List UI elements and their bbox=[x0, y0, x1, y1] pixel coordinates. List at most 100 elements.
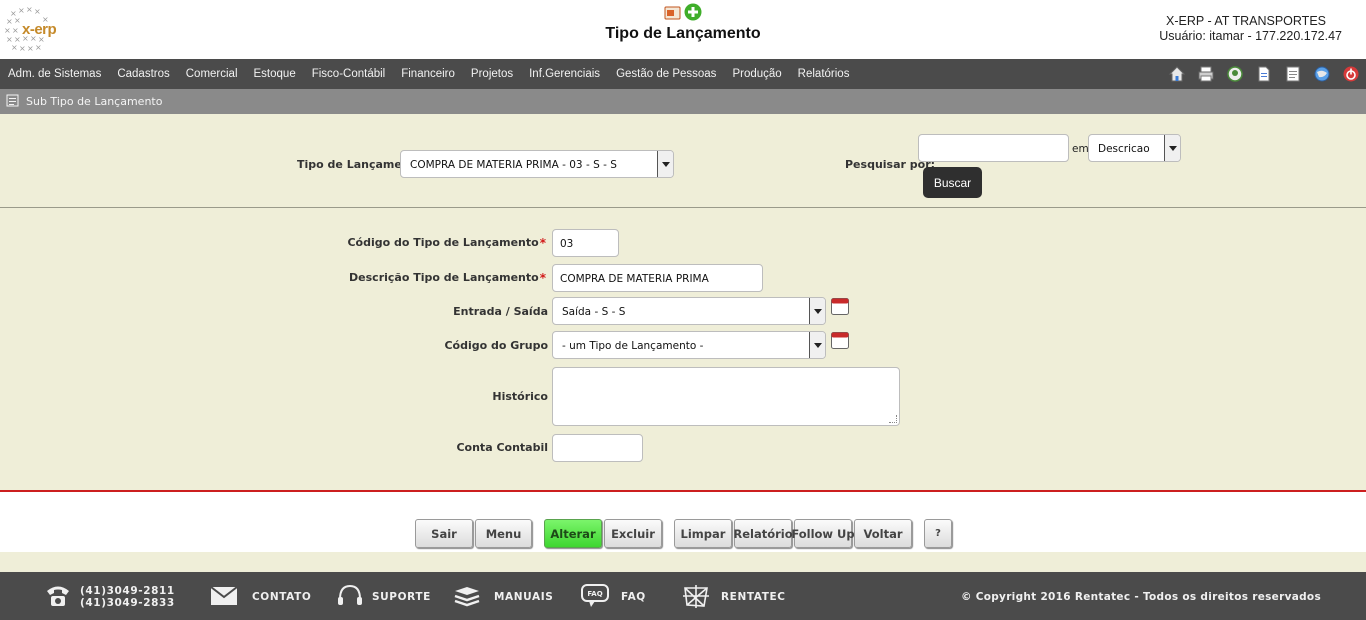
relatorio-button[interactable]: Relatório bbox=[733, 519, 793, 548]
alterar-button[interactable]: Alterar bbox=[544, 519, 602, 548]
historico-textarea[interactable] bbox=[552, 367, 900, 426]
conta-contabil-input[interactable] bbox=[552, 434, 643, 462]
menu-item-relatorios[interactable]: Relatórios bbox=[790, 68, 858, 80]
mail-icon[interactable] bbox=[210, 585, 238, 607]
svg-text:×: × bbox=[6, 17, 13, 26]
svg-text:×: × bbox=[14, 16, 21, 25]
sair-button[interactable]: Sair bbox=[415, 519, 473, 548]
svg-text:×: × bbox=[4, 26, 11, 35]
conta-contabil-label: Conta Contabil bbox=[456, 441, 548, 454]
faq-icon-text: FAQ bbox=[587, 590, 602, 598]
faq-link[interactable]: FAQ bbox=[621, 591, 646, 603]
limpar-button[interactable]: Limpar bbox=[674, 519, 732, 548]
tipo-lancamento-selected: COMPRA DE MATERIA PRIMA - 03 - S - S bbox=[410, 159, 617, 171]
svg-text:×: × bbox=[35, 43, 42, 52]
globe-icon[interactable] bbox=[1311, 64, 1333, 84]
codigo-grupo-select[interactable]: - um Tipo de Lançamento - bbox=[552, 331, 826, 359]
menu-items: Adm. de Sistemas Cadastros Comercial Est… bbox=[0, 59, 857, 89]
phone-number-2: (41)3049-2833 bbox=[80, 597, 175, 609]
page-title: Tipo de Lançamento bbox=[605, 25, 761, 42]
user-info: Usuário: itamar - 177.220.172.47 bbox=[1159, 29, 1342, 43]
voltar-button[interactable]: Voltar bbox=[854, 519, 912, 548]
menu-item-comercial[interactable]: Comercial bbox=[178, 68, 246, 80]
list-icon bbox=[6, 94, 19, 107]
footer: (41)3049-2811 (41)3049-2833 CONTATO SUPO… bbox=[0, 572, 1366, 620]
svg-text:×: × bbox=[27, 44, 34, 53]
entrada-saida-label: Entrada / Saída bbox=[453, 305, 548, 318]
document-icon[interactable] bbox=[1253, 64, 1275, 84]
menu-item-projetos[interactable]: Projetos bbox=[463, 68, 521, 80]
menu-item-producao[interactable]: Produção bbox=[724, 68, 789, 80]
add-icon[interactable] bbox=[684, 3, 702, 21]
books-icon[interactable] bbox=[453, 583, 481, 609]
search-field-select[interactable]: Descricao bbox=[1088, 134, 1181, 162]
header: × × × × × × × × × × × × × × × × × × x-erp Tipo de Lan… bbox=[0, 0, 1366, 59]
faq-bubble-icon[interactable]: FAQ bbox=[581, 583, 609, 609]
rentatec-logo-icon[interactable] bbox=[682, 583, 710, 609]
toolbar-icons bbox=[1159, 64, 1362, 84]
menu-item-cadastros[interactable]: Cadastros bbox=[109, 68, 177, 80]
buscar-button[interactable]: Buscar bbox=[923, 167, 982, 198]
codigo-grupo-label: Código do Grupo bbox=[444, 339, 548, 352]
sub-header-label: Sub Tipo de Lançamento bbox=[26, 95, 163, 108]
logo-text: x-erp bbox=[22, 21, 57, 38]
calendar-icon[interactable] bbox=[831, 298, 849, 315]
chevron-down-icon[interactable] bbox=[1164, 135, 1180, 161]
action-buttons: Sair Menu Alterar Excluir Limpar Relatór… bbox=[0, 492, 1366, 552]
historico-label: Histórico bbox=[492, 390, 548, 403]
power-icon[interactable] bbox=[1340, 64, 1362, 84]
menu-item-fisco-contabil[interactable]: Fisco-Contábil bbox=[304, 68, 394, 80]
tipo-lancamento-select[interactable]: COMPRA DE MATERIA PRIMA - 03 - S - S bbox=[400, 150, 674, 178]
descricao-label: Descrição Tipo de Lançamento* bbox=[349, 271, 546, 285]
contato-link[interactable]: CONTATO bbox=[252, 591, 311, 603]
chevron-down-icon[interactable] bbox=[809, 332, 825, 358]
follow-up-button[interactable]: Follow Up bbox=[791, 519, 855, 548]
menu-item-estoque[interactable]: Estoque bbox=[246, 68, 304, 80]
descricao-input[interactable]: COMPRA DE MATERIA PRIMA bbox=[552, 264, 763, 292]
resize-grip-icon[interactable] bbox=[889, 415, 897, 423]
badge-icon[interactable] bbox=[1224, 64, 1246, 84]
sub-header-bar: Sub Tipo de Lançamento bbox=[0, 89, 1366, 114]
excluir-button[interactable]: Excluir bbox=[604, 519, 662, 548]
bottom-strip bbox=[0, 552, 1366, 572]
codigo-label: Código do Tipo de Lançamento* bbox=[347, 236, 546, 250]
codigo-label-text: Código do Tipo de Lançamento bbox=[347, 236, 539, 249]
presentation-icon[interactable] bbox=[664, 6, 681, 20]
search-input[interactable] bbox=[918, 134, 1069, 162]
manuais-link[interactable]: MANUAIS bbox=[494, 591, 553, 603]
note-icon[interactable] bbox=[1282, 64, 1304, 84]
codigo-input[interactable]: 03 bbox=[552, 229, 619, 257]
suporte-link[interactable]: SUPORTE bbox=[372, 591, 431, 603]
top-action-icons bbox=[664, 3, 704, 23]
svg-text:×: × bbox=[18, 6, 25, 15]
svg-text:×: × bbox=[11, 43, 18, 52]
search-field-selected: Descricao bbox=[1098, 143, 1150, 155]
menu-item-financeiro[interactable]: Financeiro bbox=[393, 68, 463, 80]
chevron-down-icon[interactable] bbox=[657, 151, 673, 177]
svg-text:×: × bbox=[34, 7, 41, 16]
entrada-saida-select[interactable]: Saída - S - S bbox=[552, 297, 826, 325]
calendar-icon[interactable] bbox=[831, 332, 849, 349]
search-area: Tipo de Lançamento COMPRA DE MATERIA PRI… bbox=[0, 114, 1366, 208]
menu-item-adm-sistemas[interactable]: Adm. de Sistemas bbox=[0, 68, 109, 80]
xerp-logo[interactable]: × × × × × × × × × × × × × × × × × × x-erp bbox=[2, 4, 64, 56]
headset-icon[interactable] bbox=[336, 583, 364, 609]
svg-text:×: × bbox=[19, 44, 26, 53]
em-label: em bbox=[1072, 143, 1089, 155]
form-content: Tipo de Lançamento COMPRA DE MATERIA PRI… bbox=[0, 114, 1366, 490]
phone-icon bbox=[47, 586, 69, 606]
menu-item-gestao-pessoas[interactable]: Gestão de Pessoas bbox=[608, 68, 724, 80]
copyright-text: © Copyright 2016 Rentatec - Todos os dir… bbox=[960, 591, 1321, 603]
menu-item-inf-gerenciais[interactable]: Inf.Gerenciais bbox=[521, 68, 608, 80]
chevron-down-icon[interactable] bbox=[809, 298, 825, 324]
help-button[interactable]: ? bbox=[924, 519, 952, 548]
rentatec-link[interactable]: RENTATEC bbox=[721, 591, 786, 603]
codigo-grupo-selected: - um Tipo de Lançamento - bbox=[562, 340, 704, 352]
home-icon[interactable] bbox=[1166, 64, 1188, 84]
printer-icon[interactable] bbox=[1195, 64, 1217, 84]
required-mark: * bbox=[539, 236, 546, 250]
entrada-saida-selected: Saída - S - S bbox=[562, 306, 626, 318]
main-menu: Adm. de Sistemas Cadastros Comercial Est… bbox=[0, 59, 1366, 89]
svg-text:×: × bbox=[26, 5, 33, 14]
menu-button[interactable]: Menu bbox=[475, 519, 532, 548]
